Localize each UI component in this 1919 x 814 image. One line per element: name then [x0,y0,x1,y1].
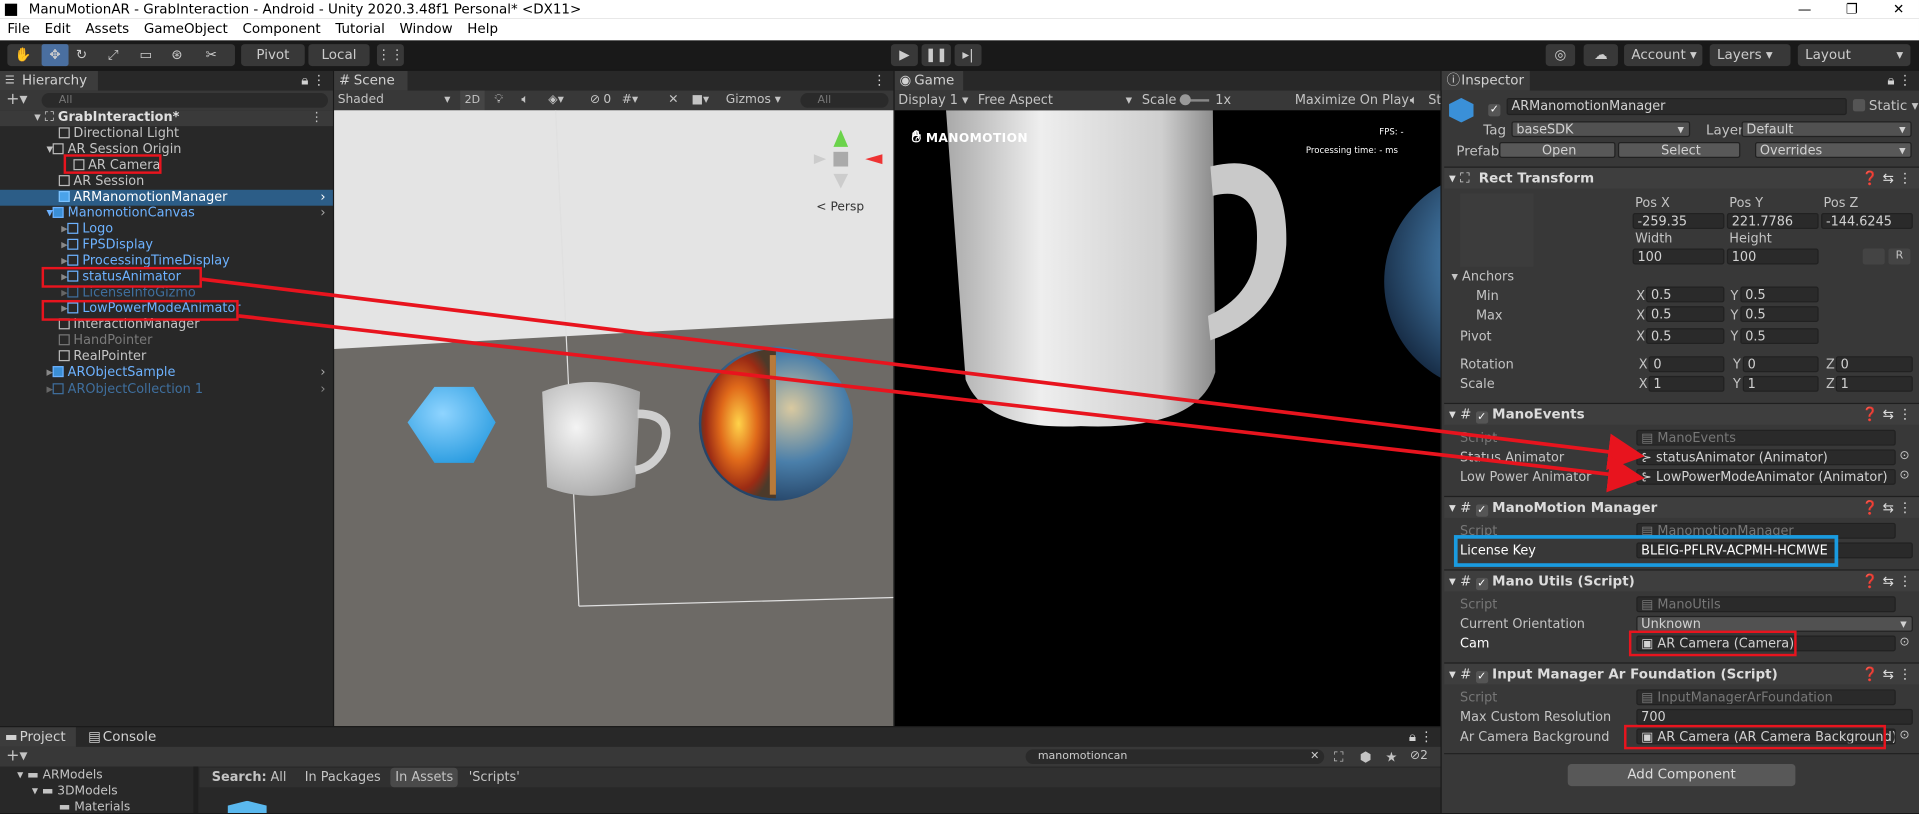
arrow-status-animator [201,277,1645,471]
annotation-arrows [201,277,1645,493]
arrow-lowpower-animator [238,314,1645,493]
